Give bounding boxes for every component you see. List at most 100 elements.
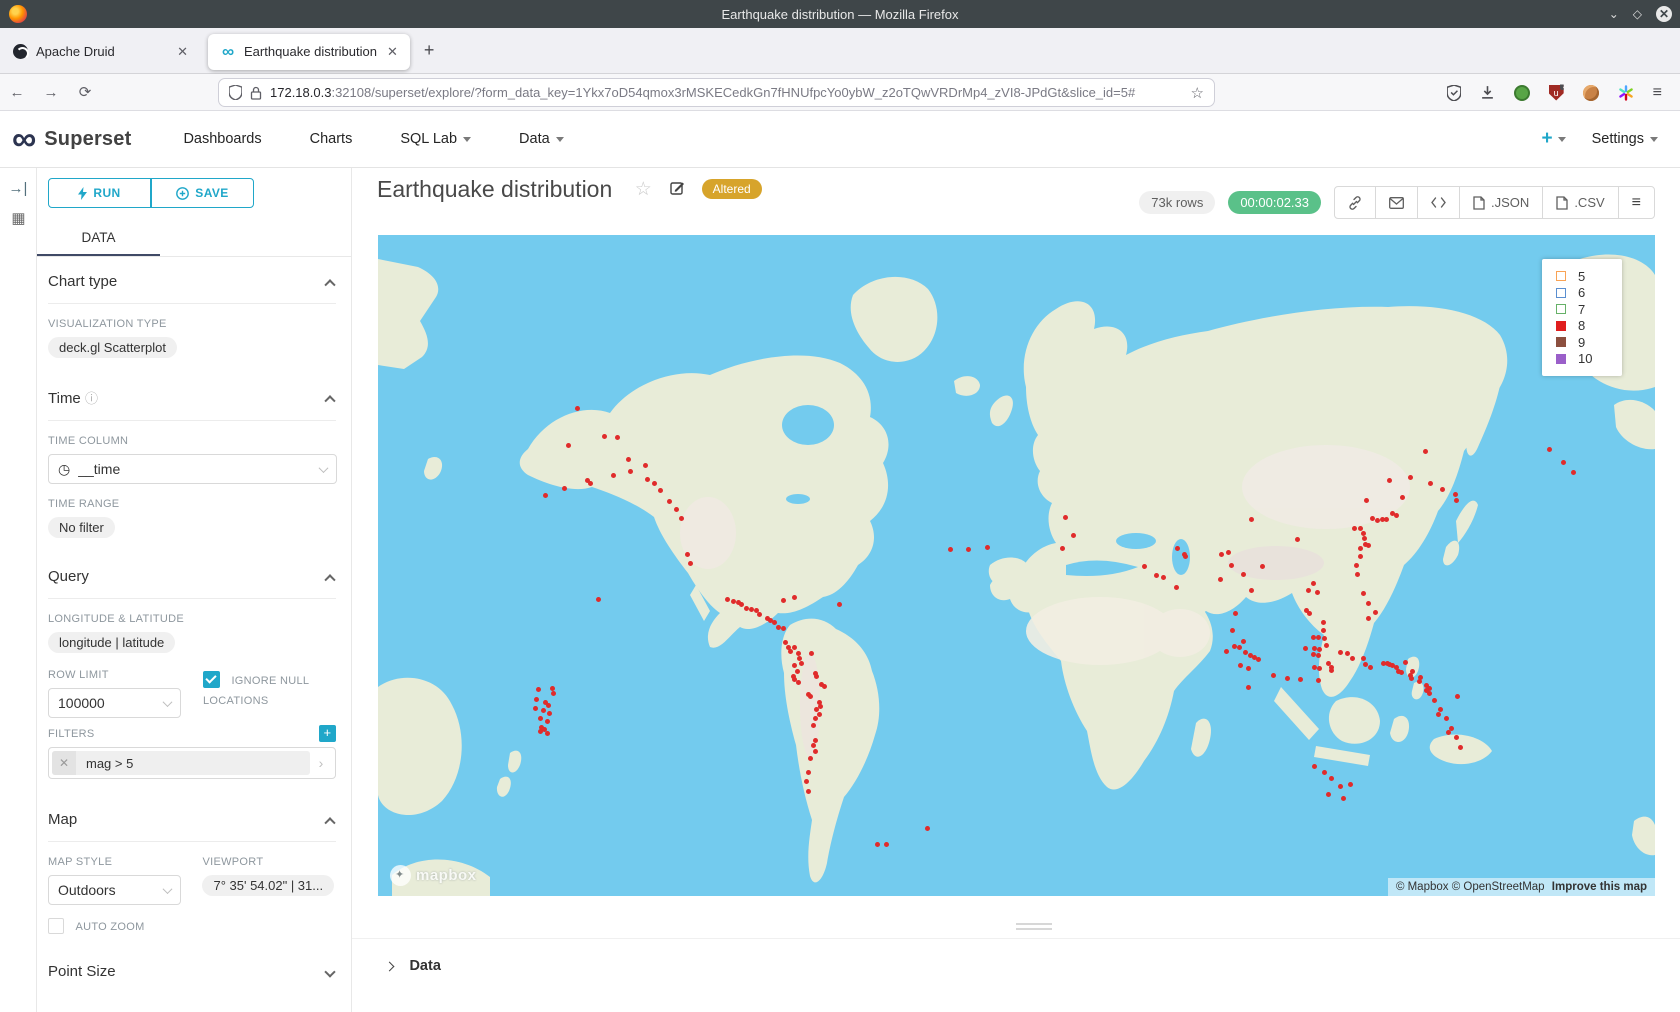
legend-item-10[interactable]: 10 bbox=[1556, 351, 1622, 368]
code-button[interactable] bbox=[1418, 187, 1460, 218]
close-button[interactable]: ✕ bbox=[1656, 6, 1672, 22]
maximize-button[interactable]: ◇ bbox=[1633, 7, 1642, 21]
improve-map-link[interactable]: Improve this map bbox=[1552, 881, 1647, 893]
earthquake-point bbox=[1233, 611, 1238, 616]
save-button[interactable]: SAVE bbox=[151, 178, 254, 208]
earthquake-point bbox=[1063, 515, 1068, 520]
expand-dataset-panel-icon[interactable]: →| bbox=[0, 180, 36, 197]
chevron-down-icon bbox=[319, 463, 329, 473]
earthquake-point bbox=[792, 663, 797, 668]
earthquake-point bbox=[776, 625, 781, 630]
tracking-shield-icon bbox=[229, 85, 242, 100]
browser-tab-2[interactable]: ∞Earthquake distribution✕ bbox=[208, 34, 410, 70]
mapbox-logo[interactable]: mapbox bbox=[390, 865, 477, 886]
earthquake-point bbox=[1373, 610, 1378, 615]
earthquake-point bbox=[546, 703, 551, 708]
section-query[interactable]: Query bbox=[48, 552, 336, 599]
section-time[interactable]: Time ⓘ bbox=[48, 372, 336, 421]
viewport-value[interactable]: 7° 35' 54.02" | 31... bbox=[202, 875, 334, 896]
url-bar[interactable]: 172.18.0.3:32108/superset/explore/?form_… bbox=[218, 78, 1215, 107]
chevron-right-icon bbox=[385, 962, 395, 972]
row-limit-select[interactable]: 100000 bbox=[48, 688, 181, 718]
chevron-down-icon bbox=[1650, 137, 1658, 142]
nav-item-charts[interactable]: Charts bbox=[286, 121, 377, 157]
earthquake-point bbox=[1246, 685, 1251, 690]
legend-item-6[interactable]: 6 bbox=[1556, 285, 1622, 302]
viz-type-value[interactable]: deck.gl Scatterplot bbox=[48, 337, 177, 358]
new-tab-button[interactable]: + bbox=[424, 40, 435, 61]
menu-button[interactable]: ≡ bbox=[1619, 187, 1654, 218]
earthquake-point bbox=[1352, 526, 1357, 531]
export-json-button[interactable]: .JSON bbox=[1460, 187, 1543, 218]
filter-control: ✕ mag > 5 › bbox=[48, 747, 336, 779]
earthquake-point bbox=[1232, 644, 1237, 649]
nav-item-sql-lab[interactable]: SQL Lab bbox=[376, 121, 495, 157]
mapbox-icon bbox=[390, 865, 411, 886]
legend-item-7[interactable]: 7 bbox=[1556, 301, 1622, 318]
back-button[interactable]: ← bbox=[0, 84, 34, 101]
legend-item-9[interactable]: 9 bbox=[1556, 334, 1622, 351]
browser-tab-1[interactable]: Apache Druid✕ bbox=[0, 34, 200, 70]
earthquake-point bbox=[1060, 546, 1065, 551]
add-filter-button[interactable]: + bbox=[319, 725, 336, 742]
data-results-panel[interactable]: Data bbox=[352, 938, 1680, 1012]
filter-chip[interactable]: ✕ mag > 5 bbox=[52, 751, 310, 775]
new-item-menu[interactable]: + bbox=[1541, 128, 1565, 150]
chevron-up-icon bbox=[324, 574, 335, 585]
clock-icon: ◷ bbox=[58, 461, 70, 478]
deckgl-map[interactable]: 5678910 mapbox © Mapbox © OpenStreetMap … bbox=[378, 235, 1655, 896]
legend-item-8[interactable]: 8 bbox=[1556, 318, 1622, 335]
tab-close-icon[interactable]: ✕ bbox=[175, 44, 190, 60]
auto-zoom-checkbox[interactable] bbox=[48, 918, 64, 934]
favorite-star-icon[interactable]: ☆ bbox=[635, 179, 652, 200]
superset-logo[interactable]: ∞ Superset bbox=[12, 124, 131, 154]
ignore-null-checkbox[interactable] bbox=[203, 671, 220, 688]
forward-button[interactable]: → bbox=[34, 84, 68, 101]
earthquake-point bbox=[1453, 492, 1458, 497]
legend-item-5[interactable]: 5 bbox=[1556, 268, 1622, 285]
lonlat-value[interactable]: longitude | latitude bbox=[48, 632, 175, 653]
extension-green-icon[interactable] bbox=[1514, 85, 1530, 101]
legend-swatch bbox=[1556, 304, 1566, 314]
panel-resize-handle[interactable] bbox=[1016, 923, 1052, 932]
expand-filter-icon[interactable]: › bbox=[310, 755, 332, 771]
settings-menu[interactable]: Settings bbox=[1592, 131, 1658, 147]
earthquake-point bbox=[781, 598, 786, 603]
minimize-button[interactable]: ⌄ bbox=[1609, 7, 1619, 21]
run-button[interactable]: RUN bbox=[48, 178, 151, 208]
map-style-select[interactable]: Outdoors bbox=[48, 875, 181, 905]
reload-button[interactable]: ⟳ bbox=[68, 83, 102, 101]
dataset-grid-icon[interactable]: ▦ bbox=[0, 209, 36, 227]
earthquake-point bbox=[781, 626, 786, 631]
legend-swatch bbox=[1556, 337, 1566, 347]
cookie-extension-icon[interactable] bbox=[1583, 85, 1599, 101]
section-point-size[interactable]: Point Size bbox=[48, 947, 336, 993]
section-chart-type[interactable]: Chart type bbox=[48, 257, 336, 304]
time-column-select[interactable]: ◷ __time bbox=[48, 454, 337, 484]
section-title: Time ⓘ bbox=[48, 388, 98, 407]
menu-hamburger-icon[interactable]: ≡ bbox=[1653, 84, 1662, 102]
ublock-extension-icon[interactable]: u2 bbox=[1549, 85, 1564, 101]
section-title: Map bbox=[48, 811, 77, 828]
earthquake-point bbox=[1417, 679, 1422, 684]
pinwheel-extension-icon[interactable] bbox=[1618, 85, 1634, 101]
nav-item-data[interactable]: Data bbox=[495, 121, 588, 157]
earthquake-point bbox=[1219, 552, 1224, 557]
protections-shield-icon[interactable] bbox=[1447, 85, 1461, 101]
tab-close-icon[interactable]: ✕ bbox=[385, 44, 400, 60]
nav-item-dashboards[interactable]: Dashboards bbox=[159, 121, 285, 157]
remove-filter-icon[interactable]: ✕ bbox=[52, 751, 76, 775]
bookmark-star-icon[interactable]: ☆ bbox=[1191, 84, 1204, 102]
time-range-value[interactable]: No filter bbox=[48, 517, 115, 538]
section-map[interactable]: Map bbox=[48, 795, 336, 842]
download-icon[interactable] bbox=[1480, 85, 1495, 100]
mail-button[interactable] bbox=[1376, 187, 1418, 218]
export-csv-button[interactable]: .CSV bbox=[1543, 187, 1618, 218]
earthquake-point bbox=[1322, 770, 1327, 775]
edit-properties-icon[interactable] bbox=[670, 180, 685, 195]
earthquake-point bbox=[679, 516, 684, 521]
earthquake-point bbox=[1446, 730, 1451, 735]
tab-data[interactable]: DATA bbox=[37, 222, 160, 256]
earthquake-point bbox=[1454, 498, 1459, 503]
link-button[interactable] bbox=[1335, 187, 1376, 218]
